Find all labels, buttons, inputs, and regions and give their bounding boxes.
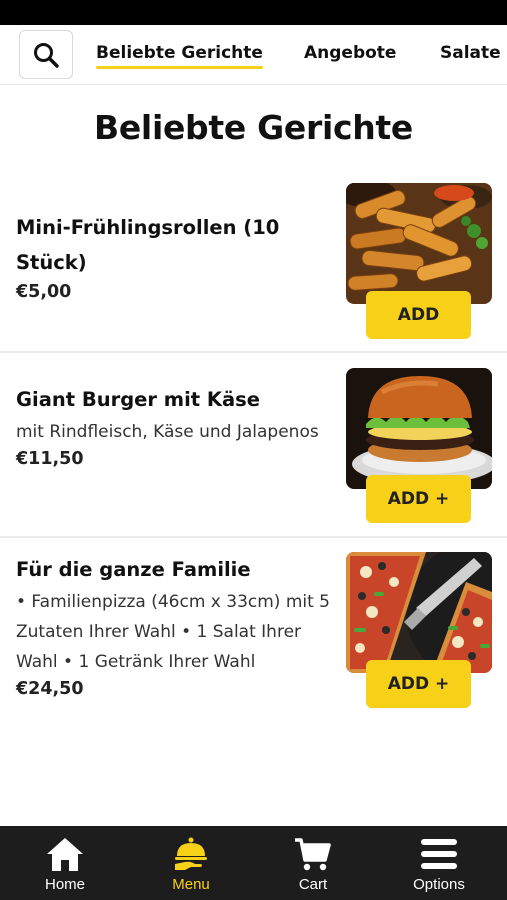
nav-menu[interactable]: Menu xyxy=(136,826,246,900)
add-button[interactable]: ADD + xyxy=(366,660,471,708)
nav-cart[interactable]: Cart xyxy=(258,826,368,900)
nav-label: Menu xyxy=(172,876,210,893)
add-button[interactable]: ADD + xyxy=(366,475,471,523)
cloche-icon xyxy=(175,837,207,870)
divider xyxy=(0,351,507,353)
menu-icon xyxy=(421,839,457,869)
nav-label: Options xyxy=(413,876,465,893)
category-tabbar: Beliebte Gerichte Angebote Salate xyxy=(0,25,507,85)
nav-options[interactable]: Options xyxy=(384,826,494,900)
section-title: Beliebte Gerichte xyxy=(94,108,413,147)
tab-angebote[interactable]: Angebote xyxy=(304,43,396,63)
tab-beliebte-gerichte[interactable]: Beliebte Gerichte xyxy=(96,43,263,69)
bottom-navigation: Home Menu Cart Options xyxy=(0,826,507,900)
menu-item-text[interactable]: Für die ganze Familie • Familienpizza (4… xyxy=(16,552,334,699)
tab-salate[interactable]: Salate xyxy=(440,43,501,63)
item-price: €11,50 xyxy=(16,449,84,469)
search-icon xyxy=(34,42,59,68)
spring-rolls-photo[interactable] xyxy=(346,183,492,304)
add-button[interactable]: ADD xyxy=(366,291,471,339)
menu-item-text[interactable]: Mini-Frühlingsrollen (10 Stück) €5,00 xyxy=(16,210,334,302)
item-description: • Familienpizza (46cm x 33cm) mit 5 Zuta… xyxy=(16,592,330,672)
divider xyxy=(0,536,507,538)
burger-photo[interactable] xyxy=(346,368,492,489)
item-description: mit Rindfleisch, Käse und Jalapenos xyxy=(16,422,319,442)
status-bar xyxy=(0,0,507,25)
item-name: Giant Burger mit Käse xyxy=(16,388,261,411)
nav-label: Home xyxy=(44,876,85,893)
nav-home[interactable]: Home xyxy=(10,826,120,900)
home-icon xyxy=(47,838,83,871)
nav-label: Cart xyxy=(298,876,328,893)
item-price: €5,00 xyxy=(16,282,72,302)
item-name: Für die ganze Familie xyxy=(16,558,251,581)
pizza-photo[interactable] xyxy=(346,552,492,673)
cart-icon xyxy=(295,838,331,871)
search-button[interactable] xyxy=(19,30,73,79)
item-price: €24,50 xyxy=(16,679,84,699)
item-name: Mini-Frühlingsrollen (10 Stück) xyxy=(16,216,280,274)
menu-item-text[interactable]: Giant Burger mit Käse mit Rindfleisch, K… xyxy=(16,382,334,469)
